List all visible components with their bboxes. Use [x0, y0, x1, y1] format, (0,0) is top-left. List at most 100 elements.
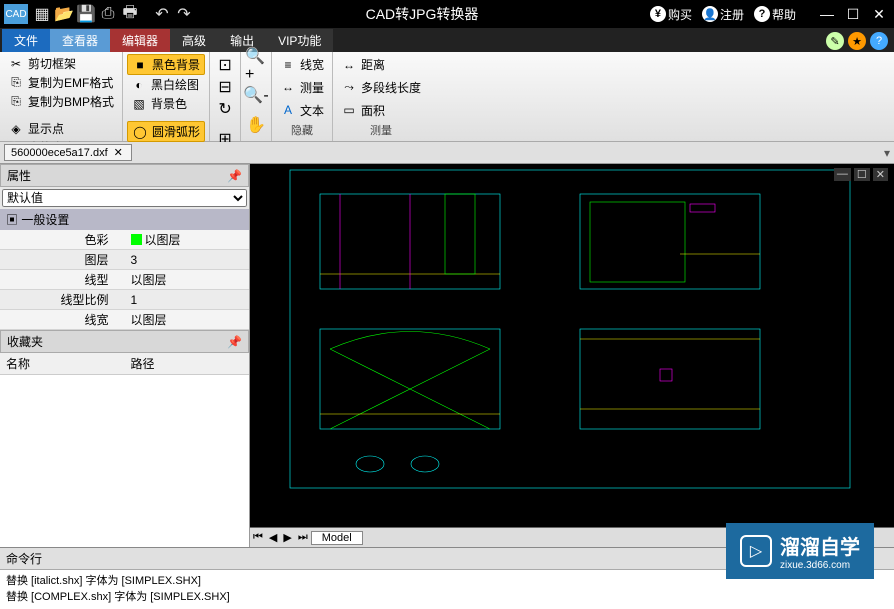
new-icon[interactable]: ▦ — [32, 4, 52, 24]
watermark-sub: zixue.3d66.com — [780, 560, 860, 571]
ribbon-tab-bar: 文件 查看器 编辑器 高级 输出 VIP功能 ✎ ★ ? — [0, 28, 894, 52]
pin-icon[interactable]: 📌 — [227, 335, 242, 349]
undo-icon[interactable]: ↶ — [152, 4, 172, 24]
app-logo: CAD — [4, 4, 28, 24]
polylen-button[interactable]: ⤳多段线长度 — [337, 78, 425, 97]
document-tab[interactable]: 560000ece5a17.dxf ✕ — [4, 144, 132, 161]
vp-close-icon[interactable]: ✕ — [873, 168, 888, 181]
ribbon-group-browse: 🔍+ 🔍- ✋ ⇤ ⇥ 浏览 — [241, 52, 272, 141]
cut-frame-button[interactable]: ✂剪切框架 — [4, 54, 118, 73]
property-value[interactable]: 1 — [125, 290, 250, 309]
pan-icon[interactable]: ✋ — [245, 114, 267, 136]
property-row[interactable]: 线型比例1 — [0, 290, 249, 310]
ribbon-help-icon[interactable]: ? — [870, 32, 888, 50]
watermark: ▷ 溜溜自学 zixue.3d66.com — [726, 523, 874, 579]
tab-vip[interactable]: VIP功能 — [266, 29, 333, 52]
layout-first-icon[interactable]: ⏮ — [250, 531, 266, 544]
model-tab[interactable]: Model — [311, 531, 363, 545]
zoom-out-icon[interactable]: 🔍- — [245, 84, 267, 106]
linewidth-icon: ≡ — [280, 57, 296, 73]
distance-button[interactable]: ↔距离 — [337, 55, 425, 74]
layout-last-icon[interactable]: ⏭ — [295, 531, 311, 544]
properties-filter-select[interactable]: 默认值 — [2, 189, 247, 207]
ribbon-icon-2[interactable]: ★ — [848, 32, 866, 50]
vp-min-icon[interactable]: — — [834, 168, 851, 181]
rotate-icon[interactable]: ↻ — [214, 98, 236, 120]
property-row[interactable]: 色彩以图层 — [0, 230, 249, 250]
tab-editor[interactable]: 编辑器 — [110, 29, 170, 52]
property-value[interactable]: 以图层 — [125, 270, 250, 289]
property-key: 线宽 — [0, 310, 125, 329]
linewidth-button[interactable]: ≡线宽 — [276, 55, 328, 74]
tab-file[interactable]: 文件 — [2, 29, 50, 52]
property-row[interactable]: 线宽以图层 — [0, 310, 249, 330]
tab-advanced[interactable]: 高级 — [170, 29, 218, 52]
print-icon[interactable]: 🖶 — [120, 4, 140, 24]
text-button[interactable]: A文本 — [276, 101, 328, 120]
pos-icon-1[interactable]: ⊡ — [214, 54, 236, 76]
ribbon-group-position: ⊡ ⊟ ↻ ⊞ ⊠ ⟲ 位置 — [210, 52, 241, 141]
register-button[interactable]: 👤注册 — [702, 6, 744, 23]
property-value[interactable]: 以图层 — [125, 230, 250, 249]
viewport-controls: — ☐ ✕ — [834, 168, 888, 181]
property-row[interactable]: 线型以图层 — [0, 270, 249, 290]
zoom-in-icon[interactable]: 🔍+ — [245, 54, 267, 76]
properties-section: ▣ 一般设置 — [0, 209, 249, 230]
layout-next-icon[interactable]: ▶ — [280, 531, 294, 544]
bg-color-button[interactable]: ▧背景色 — [127, 94, 205, 113]
show-point-button[interactable]: ◈显示点 — [4, 119, 118, 138]
bw-icon: ◐ — [131, 77, 147, 93]
open-icon[interactable]: 📂 — [54, 4, 74, 24]
minimize-button[interactable]: — — [816, 4, 838, 24]
close-document-icon[interactable]: ✕ — [112, 146, 125, 159]
vp-max-icon[interactable]: ☐ — [854, 168, 870, 181]
help-button[interactable]: ?帮助 — [754, 6, 796, 23]
color-icon: ▧ — [131, 96, 147, 112]
area-button[interactable]: ▭面积 — [337, 101, 425, 120]
doc-dropdown-icon[interactable]: ▾ — [884, 146, 890, 160]
property-key: 线型比例 — [0, 290, 125, 309]
favorites-columns: 名称 路径 — [0, 353, 249, 375]
col-name[interactable]: 名称 — [0, 353, 125, 374]
tab-viewer[interactable]: 查看器 — [50, 29, 110, 52]
property-row[interactable]: 图层3 — [0, 250, 249, 270]
redo-icon[interactable]: ↷ — [174, 4, 194, 24]
document-filename: 560000ece5a17.dxf — [11, 147, 108, 159]
document-tab-bar: 560000ece5a17.dxf ✕ ▾ — [0, 142, 894, 164]
group-label: 测量 — [337, 121, 425, 139]
distance-icon: ↔ — [341, 57, 357, 73]
ribbon-group-hide: ≡线宽 ↔测量 A文本 隐藏 — [272, 52, 333, 141]
user-icon: 👤 — [702, 6, 718, 22]
ribbon-icon-1[interactable]: ✎ — [826, 32, 844, 50]
measure-hide-button[interactable]: ↔测量 — [276, 78, 328, 97]
buy-button[interactable]: ¥购买 — [650, 6, 692, 23]
arc-smooth-button[interactable]: ◯圆滑弧形 — [127, 121, 205, 142]
saveas-icon[interactable]: ⎙ — [98, 4, 118, 24]
copy-icon: ⎘ — [8, 94, 24, 110]
save-icon[interactable]: 💾 — [76, 4, 96, 24]
scissors-icon: ✂ — [8, 56, 24, 72]
layout-prev-icon[interactable]: ◀ — [266, 531, 280, 544]
pos-icon-2[interactable]: ⊟ — [214, 76, 236, 98]
property-value[interactable]: 3 — [125, 250, 250, 269]
color-swatch — [131, 234, 142, 245]
black-bg-button[interactable]: ■黑色背景 — [127, 54, 205, 75]
copy-emf-button[interactable]: ⎘复制为EMF格式 — [4, 73, 118, 92]
command-line: 替换 [COMPLEX.shx] 字体为 [SIMPLEX.SHX] — [6, 588, 888, 604]
play-icon: ▷ — [740, 535, 772, 567]
copy-bmp-button[interactable]: ⎘复制为BMP格式 — [4, 92, 118, 111]
drawing-canvas[interactable]: — ☐ ✕ — [250, 164, 894, 527]
point-icon: ◈ — [8, 121, 24, 137]
pin-icon[interactable]: 📌 — [227, 169, 242, 183]
property-value[interactable]: 以图层 — [125, 310, 250, 329]
bw-draw-button[interactable]: ◐黑白绘图 — [127, 75, 205, 94]
property-key: 色彩 — [0, 230, 125, 249]
favorites-list[interactable] — [0, 375, 249, 547]
ruler-icon: ↔ — [280, 79, 296, 95]
canvas-area: — ☐ ✕ ⏮ ◀ ▶ ⏭ Model — [250, 164, 894, 547]
maximize-button[interactable]: ☐ — [842, 4, 864, 24]
col-path[interactable]: 路径 — [125, 353, 161, 374]
question-icon: ? — [754, 6, 770, 22]
left-panel: 属性 📌 默认值 ▣ 一般设置 色彩以图层图层3线型以图层线型比例1线宽以图层 … — [0, 164, 250, 547]
close-button[interactable]: ✕ — [868, 4, 890, 24]
